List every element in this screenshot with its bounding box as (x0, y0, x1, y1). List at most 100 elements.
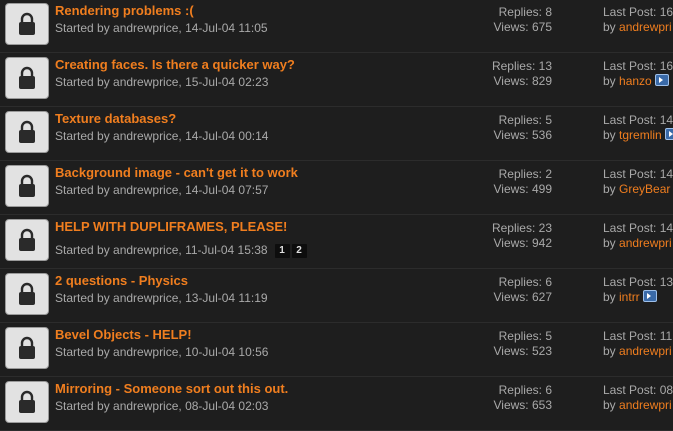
last-post-author: by andrewpri (603, 344, 672, 359)
last-post-author: by andrewpri (603, 398, 673, 413)
topic-title-link[interactable]: Rendering problems :( (55, 3, 194, 18)
topic-starter-info: Started by andrewprice, 14-Jul-04 11:05 (55, 21, 275, 35)
topic-starter-info: Started by andrewprice, 14-Jul-04 00:14 (55, 129, 275, 143)
topic-stats: Replies: 8 Views: 675 (494, 5, 552, 35)
by-label: by (603, 344, 620, 358)
go-to-last-post-icon[interactable] (654, 74, 669, 86)
last-post-date: Last Post: 08 (603, 383, 673, 397)
topic-starter-info: Started by andrewprice, 08-Jul-04 02:03 (55, 399, 275, 413)
last-post-info: Last Post: 14 by andrewpri (603, 221, 673, 251)
started-by-label: Started by (55, 345, 114, 359)
last-post-author: by hanzo (603, 74, 673, 89)
last-post-username[interactable]: andrewpri (619, 398, 672, 412)
lock-icon (5, 3, 49, 45)
starter-username[interactable]: andrewprice (113, 399, 178, 413)
replies-count: Replies: 5 (498, 113, 552, 127)
topic-title-link[interactable]: 2 questions - Physics (55, 273, 188, 288)
topic-row: Texture databases? Started by andrewpric… (0, 108, 673, 161)
started-by-label: Started by (55, 399, 114, 413)
lock-icon (5, 219, 49, 261)
topic-starter-info: Started by andrewprice, 15-Jul-04 02:23 (55, 75, 275, 89)
by-label: by (603, 74, 620, 88)
topic-title-link[interactable]: Mirroring - Someone sort out this out. (55, 381, 288, 396)
starter-username[interactable]: andrewprice (113, 21, 178, 35)
topic-title-link[interactable]: Background image - can't get it to work (55, 165, 298, 180)
replies-count: Replies: 6 (498, 275, 552, 289)
starter-username[interactable]: andrewprice (113, 129, 178, 143)
topic-title-link[interactable]: Creating faces. Is there a quicker way? (55, 57, 295, 72)
topic-list: Rendering problems :( Started by andrewp… (0, 0, 673, 431)
topic-title-link[interactable]: HELP WITH DUPLIFRAMES, PLEASE! (55, 219, 287, 234)
last-post-info: Last Post: 08 by andrewpri (603, 383, 673, 413)
starter-username[interactable]: andrewprice (113, 291, 178, 305)
last-post-username[interactable]: andrewpri (619, 20, 672, 34)
by-label: by (603, 128, 620, 142)
start-date: , 13-Jul-04 11:19 (178, 291, 268, 305)
last-post-username[interactable]: GreyBear (619, 182, 670, 196)
last-post-info: Last Post: 16 by andrewpri (603, 5, 673, 35)
start-date: , 14-Jul-04 00:14 (178, 129, 269, 143)
topic-stats: Replies: 6 Views: 627 (494, 275, 552, 305)
start-date: , 10-Jul-04 10:56 (178, 345, 269, 359)
lock-icon (5, 327, 49, 369)
last-post-author: by GreyBear (603, 182, 673, 197)
page-links: 12 (274, 242, 309, 258)
topic-stats: Replies: 2 Views: 499 (494, 167, 552, 197)
starter-username[interactable]: andrewprice (113, 75, 178, 89)
last-post-date: Last Post: 14 (603, 113, 673, 127)
topic-row: Bevel Objects - HELP! Started by andrewp… (0, 324, 673, 377)
last-post-author: by andrewpri (603, 236, 673, 251)
last-post-info: Last Post: 16 by hanzo (603, 59, 673, 89)
views-count: Views: 829 (493, 74, 552, 88)
started-by-label: Started by (55, 129, 114, 143)
start-date: , 11-Jul-04 15:38 (178, 243, 268, 257)
started-by-label: Started by (55, 183, 114, 197)
lock-icon (5, 57, 49, 99)
starter-username[interactable]: andrewprice (113, 243, 178, 257)
topic-starter-info: Started by andrewprice, 11-Jul-04 15:38 1… (55, 242, 309, 258)
go-to-last-post-icon[interactable] (642, 290, 657, 302)
views-count: Views: 627 (493, 290, 552, 304)
topic-starter-info: Started by andrewprice, 13-Jul-04 11:19 (55, 291, 275, 305)
topic-row: Mirroring - Someone sort out this out. S… (0, 378, 673, 431)
last-post-username[interactable]: tgremlin (619, 128, 662, 142)
started-by-label: Started by (55, 291, 114, 305)
starter-username[interactable]: andrewprice (113, 345, 178, 359)
lock-icon (5, 381, 49, 423)
last-post-author: by tgremlin (603, 128, 673, 143)
last-post-date: Last Post: 16 (603, 5, 673, 19)
started-by-label: Started by (55, 21, 114, 35)
start-date: , 15-Jul-04 02:23 (178, 75, 269, 89)
topic-stats: Replies: 23 Views: 942 (492, 221, 552, 251)
last-post-date: Last Post: 14 (603, 167, 673, 181)
replies-count: Replies: 8 (498, 5, 552, 19)
last-post-author: by andrewpri (603, 20, 673, 35)
topic-stats: Replies: 6 Views: 653 (494, 383, 552, 413)
views-count: Views: 536 (493, 128, 552, 142)
lock-icon (5, 273, 49, 315)
last-post-username[interactable]: hanzo (619, 74, 652, 88)
go-to-last-post-icon[interactable] (664, 128, 673, 140)
topic-title-link[interactable]: Texture databases? (55, 111, 176, 126)
topic-row: Rendering problems :( Started by andrewp… (0, 0, 673, 53)
last-post-username[interactable]: intrr (619, 290, 640, 304)
page-link[interactable]: 2 (291, 244, 307, 258)
topic-stats: Replies: 5 Views: 523 (494, 329, 552, 359)
starter-username[interactable]: andrewprice (113, 183, 178, 197)
last-post-info: Last Post: 14 by GreyBear (603, 167, 673, 197)
last-post-username[interactable]: andrewpri (619, 344, 672, 358)
topic-stats: Replies: 13 Views: 829 (492, 59, 552, 89)
by-label: by (603, 236, 620, 250)
last-post-username[interactable]: andrewpri (619, 236, 672, 250)
last-post-info: Last Post: 11 by andrewpri (603, 329, 672, 359)
replies-count: Replies: 13 (491, 59, 552, 73)
topic-title-link[interactable]: Bevel Objects - HELP! (55, 327, 192, 342)
started-by-label: Started by (55, 243, 114, 257)
lock-icon (5, 111, 49, 153)
page-link[interactable]: 1 (274, 244, 290, 258)
topic-starter-info: Started by andrewprice, 14-Jul-04 07:57 (55, 183, 275, 197)
lock-icon (5, 165, 49, 207)
started-by-label: Started by (55, 75, 114, 89)
views-count: Views: 499 (493, 182, 552, 196)
replies-count: Replies: 23 (491, 221, 552, 235)
